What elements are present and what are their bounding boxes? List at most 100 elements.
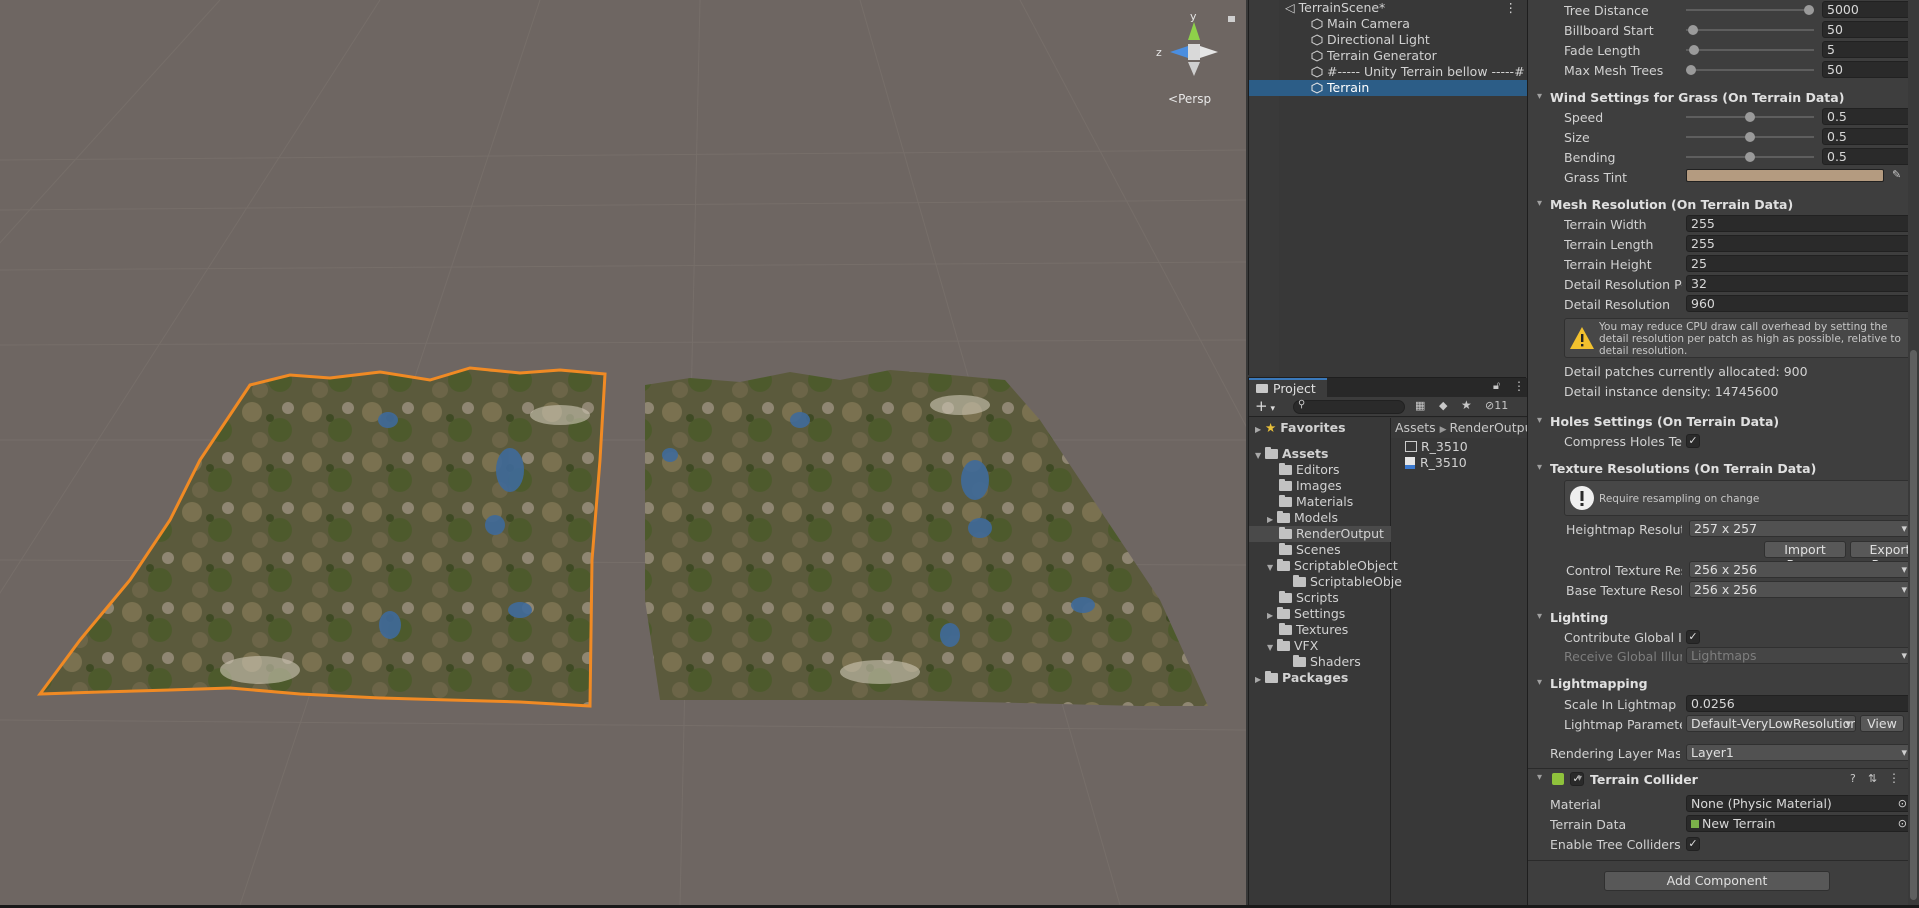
scrollbar-thumb[interactable] [1910,350,1917,900]
texture-resolutions-header[interactable]: Texture Resolutions (On Terrain Data) [1537,461,1816,476]
hierarchy-item[interactable]: Directional Light [1249,32,1527,48]
breadcrumb-assets[interactable]: Assets [1395,420,1436,435]
terrain-collider-header[interactable]: ▾ ✓ Terrain Collider ? ⇅ ⋮ [1528,769,1919,791]
breadcrumb-renderoutput[interactable]: RenderOutpu [1449,420,1527,435]
tree-folder[interactable]: Images [1279,478,1342,494]
heightmap-resolution-dropdown[interactable]: 257 x 257 [1689,520,1912,537]
instance-density-text: Detail instance density: 14745600 [1564,384,1779,399]
wind-speed-field[interactable]: 0.5 [1822,108,1912,125]
tree-folder[interactable]: ▼ VFX [1267,638,1318,654]
component-menu-icon[interactable]: ⋮ [1888,771,1900,785]
inspector-scrollbar[interactable] [1908,0,1919,905]
tree-folder-selected[interactable]: RenderOutput [1249,526,1391,542]
fade-length-slider[interactable] [1686,49,1814,51]
control-texture-dropdown[interactable]: 256 x 256 [1689,561,1912,578]
mesh-resolution-header[interactable]: Mesh Resolution (On Terrain Data) [1537,197,1793,212]
terrain-data-object-field[interactable]: New Terrain ⊙ [1686,815,1912,832]
file-item[interactable]: R_3510 [1405,455,1467,471]
wind-bending-knob[interactable] [1745,152,1755,162]
filter-label-icon[interactable]: ◆ [1439,399,1447,412]
file-item[interactable]: R_3510 [1405,439,1468,455]
tree-folder[interactable]: Editors [1279,462,1340,478]
wind-settings-header[interactable]: Wind Settings for Grass (On Terrain Data… [1537,90,1844,105]
contribute-gi-checkbox[interactable]: ✓ [1686,630,1700,644]
lock-icon[interactable]: 🔓︎ [1493,379,1500,393]
object-picker-icon[interactable]: ⊙ [1898,796,1907,811]
tree-folder[interactable]: Textures [1279,622,1348,638]
project-file-list[interactable]: Assets ▶ RenderOutpu R_3510 R_3510 [1391,418,1527,906]
material-object-field[interactable]: None (Physic Material) ⊙ [1686,795,1912,812]
wind-size-label: Size [1564,130,1590,145]
help-icon[interactable]: ? [1850,772,1856,785]
project-folder-tree[interactable]: ▶ ★ Favorites ▼ Assets Editors Images Mater… [1249,418,1402,906]
object-picker-icon[interactable]: ⊙ [1898,816,1907,831]
hierarchy-item[interactable]: Terrain Generator [1249,48,1527,64]
rendering-layer-mask-dropdown[interactable]: Layer1 [1686,744,1912,761]
tree-folder[interactable]: ScriptableObje [1293,574,1402,590]
max-mesh-trees-field[interactable]: 50 [1822,61,1912,78]
scene-menu-icon[interactable]: ⋮ [1505,0,1518,16]
lightmap-parameters-dropdown[interactable]: Default-VeryLowResolution [1686,715,1856,732]
search-input[interactable]: ⚲ [1293,399,1405,414]
tree-distance-knob[interactable] [1804,5,1814,15]
tree-folder[interactable]: ▶ Models [1267,510,1338,526]
tree-folder[interactable]: Shaders [1293,654,1361,670]
scene-view[interactable]: y z <Persp [0,0,1246,905]
hierarchy-panel[interactable]: ◁ TerrainScene* ⋮ Main Camera Directional… [1248,0,1527,375]
tree-folder[interactable]: Scripts [1279,590,1339,606]
lightmapping-header[interactable]: Lightmapping [1537,676,1648,691]
tree-distance-field[interactable]: 5000 [1822,1,1912,18]
hierarchy-item[interactable]: Main Camera [1249,16,1527,32]
wind-size-knob[interactable] [1745,132,1755,142]
max-mesh-trees-slider[interactable] [1686,69,1814,71]
base-texture-dropdown[interactable]: 256 x 256 [1689,581,1912,598]
filter-type-icon[interactable]: ▦ [1415,399,1425,412]
add-component-button[interactable]: Add Component [1604,871,1830,891]
import-raw-button[interactable]: Import Raw... [1764,541,1846,572]
hierarchy-item[interactable]: #----- Unity Terrain bellow -----# [1249,64,1527,80]
terrain-length-field[interactable]: 255 [1686,235,1912,252]
panel-menu-icon[interactable]: ⋮ [1513,379,1525,393]
scale-in-lightmap-field[interactable]: 0.0256 [1686,695,1912,712]
foldout-arrow-icon[interactable]: ▾ [1537,772,1542,783]
billboard-start-knob[interactable] [1688,25,1699,35]
tree-assets[interactable]: ▼ Assets [1255,446,1328,462]
tree-favorites[interactable]: ▶ ★ Favorites [1255,420,1346,436]
terrain-height-field[interactable]: 25 [1686,255,1912,272]
fade-length-knob[interactable] [1688,45,1699,55]
tree-folder[interactable]: Scenes [1279,542,1341,558]
holes-settings-header[interactable]: Holes Settings (On Terrain Data) [1537,414,1779,429]
tree-folder[interactable]: ▶ Settings [1267,606,1345,622]
wind-speed-knob[interactable] [1745,112,1755,122]
lighting-header[interactable]: Lighting [1537,610,1608,625]
view-lightmap-button[interactable]: View [1860,715,1904,732]
hierarchy-item-selected[interactable]: Terrain [1249,80,1527,96]
tree-folder[interactable]: Materials [1279,494,1353,510]
fade-length-field[interactable]: 5 [1822,41,1912,58]
billboard-start-field[interactable]: 50 [1822,21,1912,38]
billboard-start-slider[interactable] [1686,29,1814,31]
eyedropper-icon[interactable]: ✎ [1892,168,1901,181]
detail-resolution-field[interactable]: 960 [1686,295,1912,312]
hidden-packages-icon[interactable]: ⊘11 [1485,399,1508,412]
preset-icon[interactable]: ⇅ [1868,772,1877,785]
wind-size-field[interactable]: 0.5 [1822,128,1912,145]
hierarchy-scene-row[interactable]: ◁ TerrainScene* ⋮ [1249,0,1527,16]
wind-bending-field[interactable]: 0.5 [1822,148,1912,165]
tree-folder[interactable]: ▼ ScriptableObject [1267,558,1398,574]
persp-toggle[interactable]: <Persp [1168,92,1211,106]
folder-icon [1279,527,1292,539]
tree-packages[interactable]: ▶ Packages [1255,670,1348,686]
detail-res-per-patch-field[interactable]: 32 [1686,275,1912,292]
tab-project[interactable]: Project [1249,378,1327,397]
tree-distance-slider[interactable] [1686,9,1814,11]
terrain-width-field[interactable]: 255 [1686,215,1912,232]
project-panel[interactable]: Project 🔓︎ ⋮ + ▾ ⚲ ▦ ◆ ★ ⊘11 ▶ ★ Favorites… [1248,377,1527,906]
max-mesh-trees-knob[interactable] [1686,65,1696,75]
compress-holes-checkbox[interactable]: ✓ [1686,434,1700,448]
grass-tint-swatch[interactable] [1686,169,1884,182]
favorite-star-icon[interactable]: ★ [1461,398,1472,412]
create-button[interactable]: + ▾ [1255,397,1275,415]
enable-tree-colliders-checkbox[interactable]: ✓ [1686,837,1700,851]
inspector-panel[interactable]: Tree Distance 5000 Billboard Start 50 Fa… [1527,0,1919,905]
